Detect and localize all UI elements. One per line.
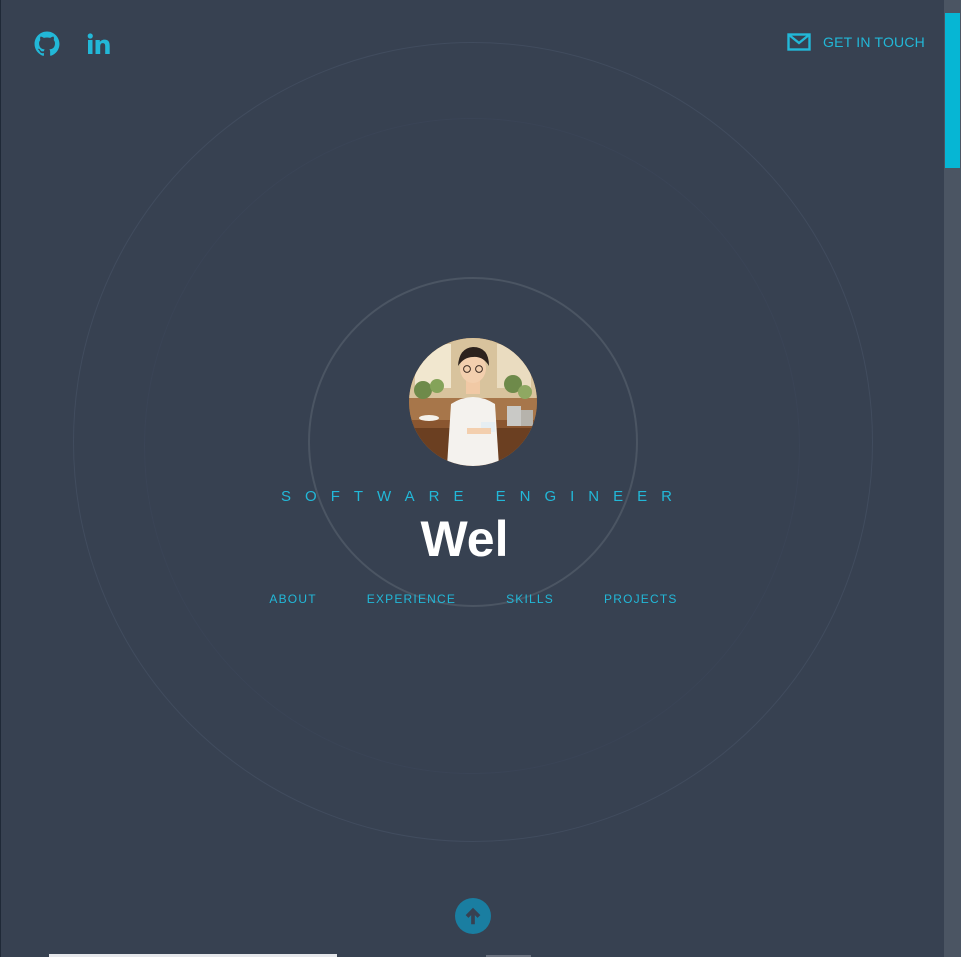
nav-skills[interactable]: SKILLS [506, 592, 554, 606]
scrollbar-thumb[interactable] [945, 13, 960, 168]
page-scrollbar[interactable] [944, 0, 961, 957]
profile-avatar [409, 338, 537, 466]
github-icon [34, 31, 60, 56]
linkedin-icon [87, 33, 110, 54]
page-stage: GET IN TOUCH SOFTWARE ENGINEER Wel ABOUT… [1, 0, 944, 957]
job-title: SOFTWARE ENGINEER [281, 488, 686, 505]
get-in-touch-button[interactable]: GET IN TOUCH [787, 33, 925, 51]
github-link[interactable] [33, 30, 61, 58]
get-in-touch-label: GET IN TOUCH [823, 34, 925, 50]
mail-icon [787, 33, 811, 51]
linkedin-link[interactable] [85, 30, 113, 58]
avatar-illustration [409, 338, 537, 466]
scroll-to-top-button[interactable] [455, 898, 491, 934]
nav-experience[interactable]: EXPERIENCE [367, 592, 456, 606]
section-nav: ABOUT EXPERIENCE SKILLS PROJECTS [1, 592, 944, 606]
hero-name: Wel [420, 511, 509, 567]
arrow-up-icon [465, 907, 481, 925]
nav-about[interactable]: ABOUT [269, 592, 316, 606]
social-links [33, 30, 113, 58]
nav-projects[interactable]: PROJECTS [604, 592, 678, 606]
